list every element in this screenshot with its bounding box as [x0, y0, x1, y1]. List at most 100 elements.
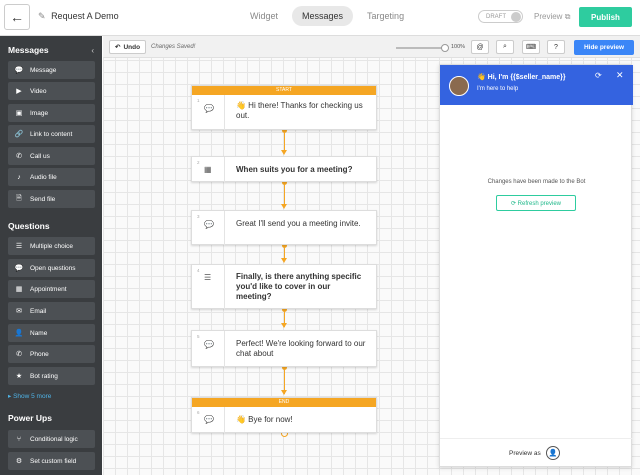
calendar-icon: ▦ — [15, 286, 23, 293]
sidebar-item-label: Name — [30, 329, 48, 337]
hide-preview-button[interactable]: Hide preview — [574, 40, 634, 55]
collapse-sidebar-icon[interactable]: ‹ — [91, 46, 94, 55]
chat-preview-panel: 👋 Hi, I'm {{$seller_name}} I'm here to h… — [439, 64, 633, 467]
music-icon: ♪ — [17, 173, 21, 181]
edit-icon[interactable]: ✎ — [38, 11, 46, 21]
sidebar-item-audio-file[interactable]: ♪ Audio file — [8, 168, 95, 186]
sidebar-item-call-us[interactable]: ✆ Call us — [8, 147, 95, 165]
tab-targeting[interactable]: Targeting — [357, 6, 414, 26]
mention-icon[interactable]: @ — [471, 40, 489, 54]
sidebar-item-label: Set custom field — [30, 457, 77, 465]
zoom-slider-thumb[interactable] — [441, 44, 449, 52]
link-icon: 🔗 — [14, 131, 24, 138]
node-divider — [224, 95, 225, 131]
node-divider — [224, 265, 225, 310]
keyboard-icon[interactable]: ⌨ — [522, 40, 540, 54]
back-arrow-icon[interactable]: ← — [4, 4, 30, 30]
node-text: 👋 Bye for now! — [236, 415, 293, 424]
changes-message: Changes have been made to the Bot — [487, 179, 586, 185]
sidebar-item-label: Bot rating — [30, 372, 58, 380]
user-icon: 👤 — [14, 330, 24, 337]
section-title-power-ups: Power Ups — [8, 413, 52, 423]
sidebar-item-multiple-choice[interactable]: ☰ Multiple choice — [8, 237, 95, 255]
node-text: Perfect! We're looking forward to our ch… — [236, 339, 366, 358]
preview-as-label: Preview as — [509, 450, 541, 457]
chat-preview-header: 👋 Hi, I'm {{$seller_name}} I'm here to h… — [440, 65, 633, 105]
refresh-preview-button[interactable]: ⟳ Refresh preview — [496, 195, 576, 211]
avatar — [449, 76, 469, 96]
sidebar-item-message[interactable]: 💬 Message — [8, 61, 95, 79]
file-icon: 🗎 — [16, 194, 22, 202]
sidebar: Messages ‹ 💬 Message ▶ Video ▣ Image 🔗 Link … — [0, 36, 102, 475]
node-number: 3 — [197, 214, 200, 219]
sidebar-item-name[interactable]: 👤 Name — [8, 324, 95, 342]
sidebar-item-label: Email — [30, 307, 47, 315]
bot-title-text: Request A Demo — [51, 11, 119, 21]
sidebar-item-send-file[interactable]: 🗎 Send file — [8, 190, 95, 208]
flow-node[interactable]: 2 ▦ When suits you for a meeting? — [191, 156, 377, 183]
user-icon[interactable]: 👤 — [546, 446, 560, 460]
sidebar-item-label: Link to content — [30, 130, 73, 138]
chat-icon: 💬 — [204, 340, 214, 349]
chat-icon: 💬 — [204, 220, 214, 229]
sidebar-item-label: Appointment — [30, 285, 67, 293]
sidebar-item-appointment[interactable]: ▦ Appointment — [8, 280, 95, 298]
start-tag: START — [192, 86, 376, 95]
envelope-icon: ✉ — [16, 308, 22, 315]
node-divider — [224, 211, 225, 246]
node-divider — [224, 407, 225, 434]
end-tag: END — [192, 398, 376, 407]
chat-icon: 💬 — [204, 104, 214, 113]
sidebar-item-phone[interactable]: ✆ Phone — [8, 345, 95, 363]
sidebar-item-email[interactable]: ✉ Email — [8, 302, 95, 320]
node-number: 2 — [197, 160, 200, 165]
sidebar-item-open-questions[interactable]: 💬 Open questions — [8, 259, 95, 277]
bot-title[interactable]: ✎ Request A Demo — [38, 11, 119, 22]
list-icon: ☰ — [15, 243, 23, 250]
list-icon: ☰ — [204, 273, 212, 282]
tab-widget[interactable]: Widget — [240, 6, 288, 26]
gear-icon: ⚙ — [15, 458, 23, 465]
connector-arrow — [281, 323, 287, 328]
preview-link[interactable]: Preview ⧉ — [534, 12, 570, 22]
sidebar-item-bot-rating[interactable]: ★ Bot rating — [8, 367, 95, 385]
draft-toggle[interactable]: DRAFT — [478, 10, 523, 23]
sidebar-item-label: Conditional logic — [30, 435, 78, 443]
sidebar-item-video[interactable]: ▶ Video — [8, 82, 95, 100]
search-icon[interactable]: ⌕ — [496, 40, 514, 54]
zoom-slider[interactable] — [396, 44, 449, 52]
node-divider — [224, 157, 225, 183]
show-more-link[interactable]: ▸ Show 5 more — [8, 392, 51, 400]
sidebar-item-set-custom-field[interactable]: ⚙ Set custom field — [8, 452, 95, 470]
sidebar-item-label: Open questions — [30, 264, 76, 272]
sidebar-item-label: Send file — [30, 195, 56, 203]
sidebar-item-conditional-logic[interactable]: ⑂ Conditional logic — [8, 430, 95, 448]
sidebar-item-label: Video — [30, 87, 47, 95]
undo-icon: ↶ — [115, 44, 121, 51]
refresh-icon[interactable]: ⟳ — [595, 71, 602, 80]
undo-button[interactable]: ↶ Undo — [109, 40, 147, 54]
image-icon: ▣ — [15, 110, 23, 117]
tab-messages[interactable]: Messages — [292, 6, 354, 26]
sidebar-item-link-to-content[interactable]: 🔗 Link to content — [8, 125, 95, 143]
flow-node-start[interactable]: START 1 💬 👋 Hi there! Thanks for checkin… — [191, 85, 377, 131]
chat-icon: 💬 — [14, 67, 24, 74]
flow-node[interactable]: 5 💬 Perfect! We're looking forward to ou… — [191, 330, 377, 368]
node-number: 6 — [197, 410, 200, 415]
help-icon[interactable]: ? — [547, 40, 565, 54]
main-tabs: Widget Messages Targeting — [240, 6, 414, 26]
section-title-questions: Questions — [8, 221, 50, 231]
sidebar-item-image[interactable]: ▣ Image — [8, 104, 95, 122]
video-icon: ▶ — [16, 88, 22, 95]
sidebar-item-label: Image — [30, 109, 49, 117]
close-icon[interactable]: ✕ — [616, 70, 624, 81]
flow-node[interactable]: 3 💬 Great I'll send you a meeting invite… — [191, 210, 377, 246]
flow-node[interactable]: 4 ☰ Finally, is there anything specific … — [191, 264, 377, 310]
draft-label: DRAFT — [486, 14, 506, 20]
star-icon: ★ — [15, 373, 23, 380]
undo-label: Undo — [123, 43, 141, 51]
node-number: 4 — [197, 268, 200, 273]
publish-button[interactable]: Publish — [579, 7, 632, 27]
flow-node-end[interactable]: END 6 💬 👋 Bye for now! — [191, 397, 377, 434]
top-bar: ← ✎ Request A Demo Widget Messages Targe… — [0, 0, 640, 36]
